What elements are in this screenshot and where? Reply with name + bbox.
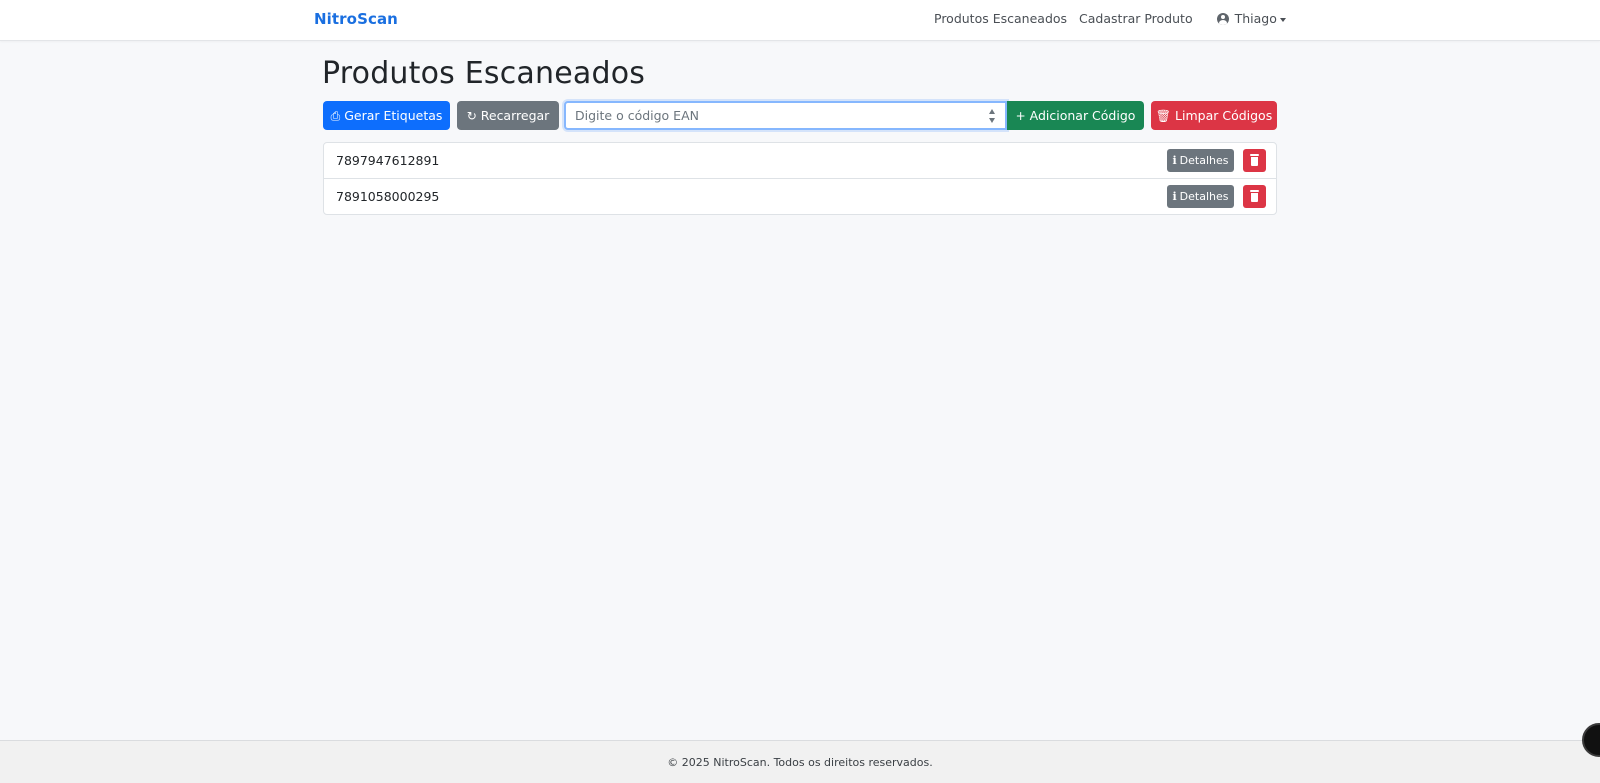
details-label: Detalhes <box>1179 190 1229 203</box>
plus-icon: + <box>1015 108 1026 123</box>
spinner-up-icon[interactable] <box>989 109 995 114</box>
footer-copyright: © 2025 NitroScan. Todos os direitos rese… <box>667 756 933 769</box>
page-title: Produtos Escaneados <box>322 56 646 91</box>
clear-codes-button[interactable]: 🗑 Limpar Códigos <box>1151 101 1277 130</box>
details-label: Detalhes <box>1179 154 1229 167</box>
generate-labels-label: Gerar Etiquetas <box>344 108 443 123</box>
ean-code-input[interactable] <box>566 103 986 128</box>
trash-icon: 🗑 <box>1155 108 1172 123</box>
details-button[interactable]: i Detalhes <box>1167 149 1234 172</box>
info-icon: i <box>1172 154 1177 167</box>
brand-logo[interactable]: NitroScan <box>314 10 398 28</box>
scanned-codes-list: 7897947612891 i Detalhes 7891058000295 i… <box>323 142 1277 215</box>
user-circle-icon <box>1216 12 1229 25</box>
ean-input-wrapper <box>564 101 1007 130</box>
nav-link-cadastrar-produto[interactable]: Cadastrar Produto <box>1079 11 1193 26</box>
toolbar: ⎙ Gerar Etiquetas ↻ Recarregar + Adicion… <box>323 101 1277 130</box>
info-icon: i <box>1172 190 1177 203</box>
user-name: Thiago <box>1234 11 1277 26</box>
add-code-label: Adicionar Código <box>1029 108 1136 123</box>
user-menu-dropdown[interactable]: Thiago <box>1216 11 1286 26</box>
add-code-button[interactable]: + Adicionar Código <box>1007 101 1144 130</box>
refresh-icon: ↻ <box>466 108 477 123</box>
list-item: 7897947612891 i Detalhes <box>324 143 1276 179</box>
reload-button[interactable]: ↻ Recarregar <box>457 101 559 130</box>
trash-icon <box>1250 190 1259 203</box>
clear-codes-label: Limpar Códigos <box>1175 108 1273 123</box>
generate-labels-button[interactable]: ⎙ Gerar Etiquetas <box>323 101 450 130</box>
page-footer: © 2025 NitroScan. Todos os direitos rese… <box>0 740 1600 783</box>
delete-code-button[interactable] <box>1243 185 1266 208</box>
list-item: 7891058000295 i Detalhes <box>324 179 1276 214</box>
ean-code-text: 7891058000295 <box>336 189 440 204</box>
trash-icon <box>1250 154 1259 167</box>
spinner-down-icon[interactable] <box>989 118 995 123</box>
delete-code-button[interactable] <box>1243 149 1266 172</box>
nav-links: Produtos Escaneados Cadastrar Produto Th… <box>934 11 1286 26</box>
details-button[interactable]: i Detalhes <box>1167 185 1234 208</box>
print-icon: ⎙ <box>330 108 341 123</box>
nav-link-produtos-escaneados[interactable]: Produtos Escaneados <box>934 11 1067 26</box>
ean-code-text: 7897947612891 <box>336 153 440 168</box>
reload-label: Recarregar <box>480 108 550 123</box>
caret-down-icon <box>1279 17 1286 22</box>
top-navbar: NitroScan Produtos Escaneados Cadastrar … <box>0 0 1600 41</box>
number-spinner[interactable] <box>989 107 997 125</box>
